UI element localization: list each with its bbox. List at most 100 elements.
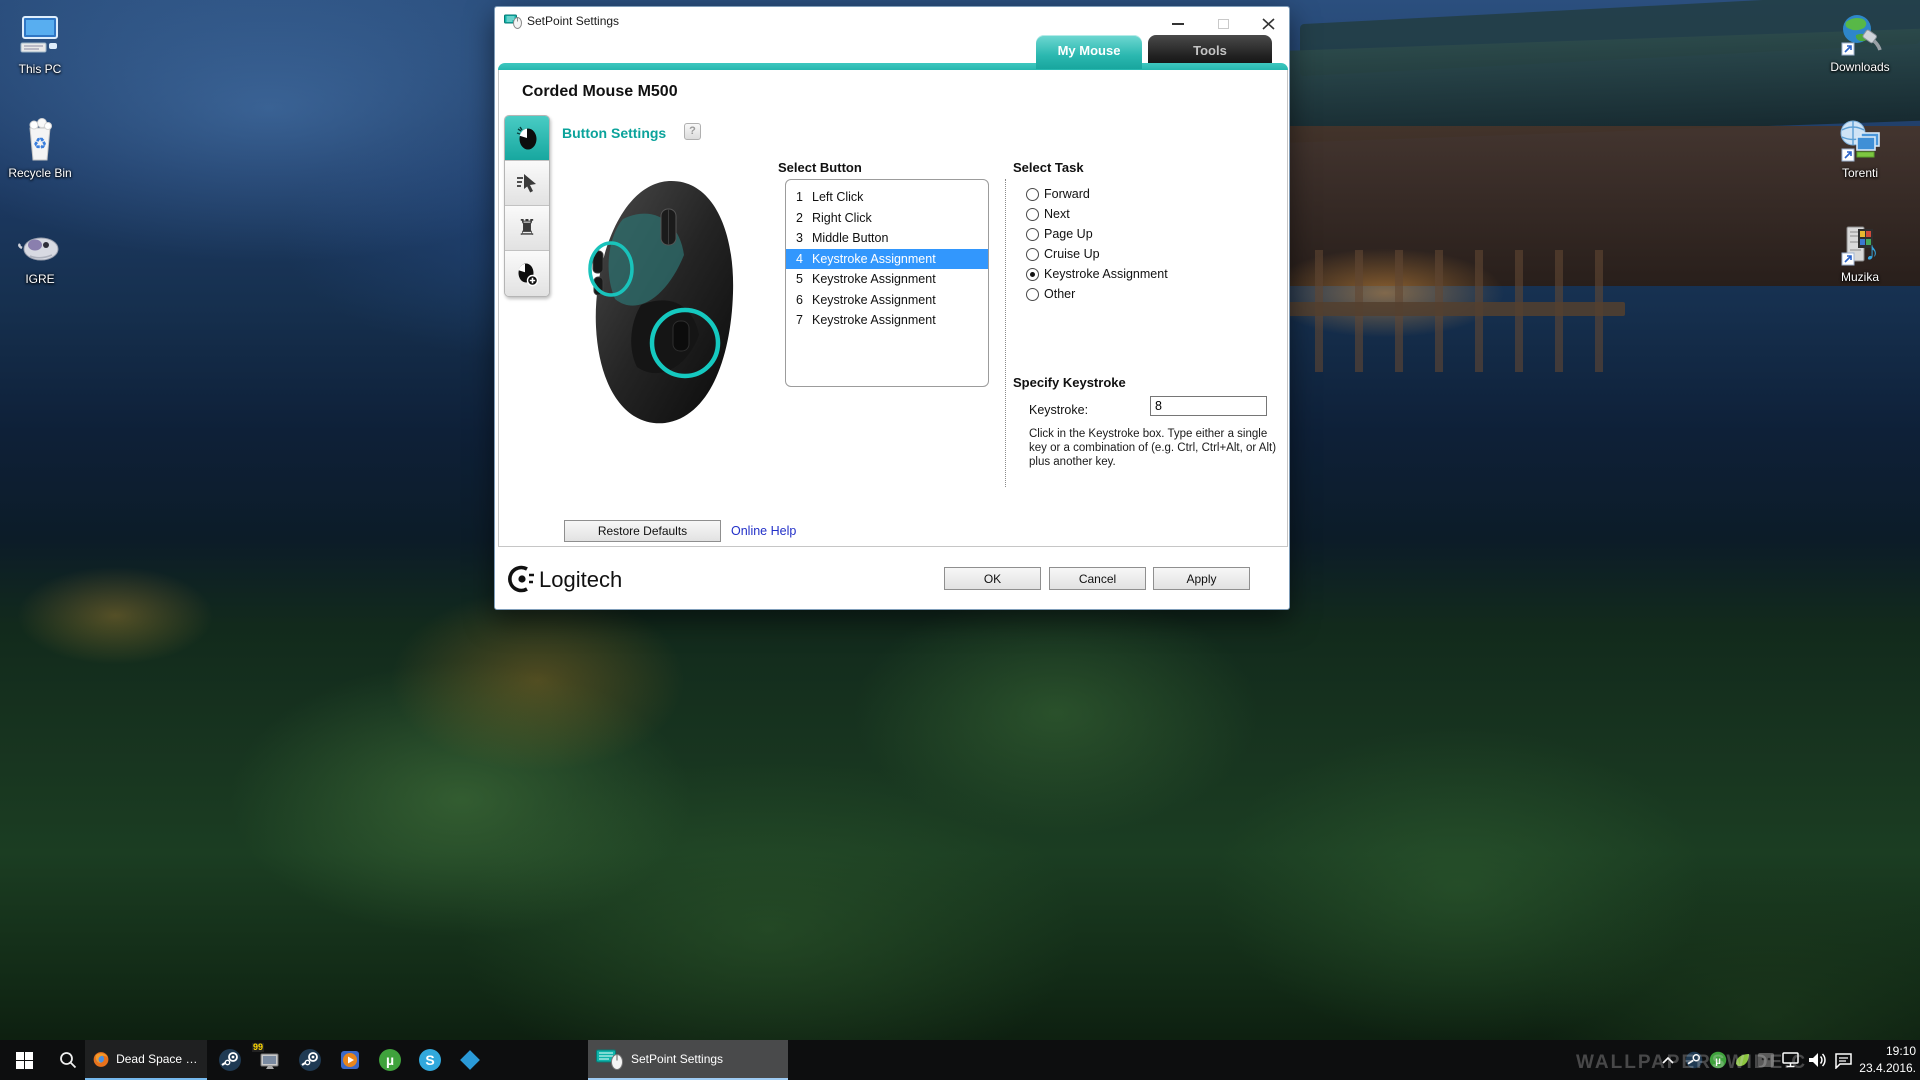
list-item[interactable]: 6Keystroke Assignment <box>786 290 988 311</box>
tray-action-center[interactable] <box>1830 1040 1856 1080</box>
select-button-heading: Select Button <box>778 160 862 175</box>
desktop-icon-label: Torenti <box>1816 166 1904 180</box>
desktop-icon-label: Muzika <box>1816 270 1904 284</box>
kodi-icon <box>458 1048 482 1072</box>
radio-icon <box>1026 188 1039 201</box>
steam-icon <box>218 1048 242 1072</box>
tab-my-mouse[interactable]: My Mouse <box>1036 35 1142 69</box>
desktop-icon-muzika[interactable]: ♪ Muzika <box>1816 220 1904 284</box>
clock[interactable]: 19:10 23.4.2016. <box>1854 1043 1916 1077</box>
media-player-icon <box>338 1048 362 1072</box>
search-button[interactable] <box>48 1040 88 1080</box>
desktop-icon-igre[interactable]: IGRE <box>0 222 84 286</box>
game-rook-icon: ♜ <box>517 217 537 239</box>
taskbar-media-player[interactable] <box>330 1040 370 1080</box>
close-icon <box>1262 18 1275 30</box>
desktop-icon-label: Downloads <box>1816 60 1904 74</box>
music-tower-icon: ♪ <box>1836 220 1884 268</box>
setpoint-window: SetPoint Settings My Mouse Tools Corded … <box>494 6 1290 610</box>
desktop-icon-label: This PC <box>0 62 84 76</box>
speaker-icon <box>1807 1051 1827 1069</box>
taskbar-utorrent[interactable]: µ <box>370 1040 410 1080</box>
minimize-button[interactable] <box>1163 15 1193 33</box>
maximize-button[interactable] <box>1208 15 1238 33</box>
taskbar-skype[interactable]: S <box>410 1040 450 1080</box>
radio-keystroke-assignment[interactable]: Keystroke Assignment <box>1026 264 1168 284</box>
taskbar-steam[interactable] <box>210 1040 250 1080</box>
keystroke-field-label: Keystroke: <box>1029 403 1088 417</box>
ok-button[interactable]: OK <box>944 567 1041 590</box>
window-title: SetPoint Settings <box>527 14 619 28</box>
device-name: Corded Mouse M500 <box>522 83 678 101</box>
taskbar-window-label: SetPoint Settings <box>631 1052 723 1066</box>
list-item[interactable]: 2Right Click <box>786 208 988 229</box>
sidebar-pointer-settings[interactable] <box>505 161 549 206</box>
list-item[interactable]: 4Keystroke Assignment <box>786 249 988 270</box>
settings-sidebar: ♜ <box>504 115 550 297</box>
recycle-bin-icon: ♻ <box>16 116 64 164</box>
setpoint-icon <box>596 1048 624 1070</box>
this-pc-icon <box>16 12 64 60</box>
torrents-globe-icon <box>1836 116 1884 164</box>
radio-icon <box>1026 228 1039 241</box>
taskbar-window-label: Dead Space 2 - Stra... <box>116 1052 199 1066</box>
desktop: WALLPAPERSWIDE.C This PC ♻ Recycle Bin <box>0 0 1920 1080</box>
list-item[interactable]: 3Middle Button <box>786 228 988 249</box>
skype-icon: S <box>418 1048 442 1072</box>
desktop-icon-recycle-bin[interactable]: ♻ Recycle Bin <box>0 116 84 180</box>
taskbar-kodi[interactable] <box>450 1040 490 1080</box>
sidebar-button-settings[interactable] <box>505 116 549 161</box>
keystroke-input[interactable] <box>1150 396 1267 416</box>
radio-icon <box>1026 208 1039 221</box>
taskbar-setpoint-window[interactable]: SetPoint Settings <box>588 1040 788 1080</box>
list-item[interactable]: 1Left Click <box>786 187 988 208</box>
keystroke-help-text: Click in the Keystroke box. Type either … <box>1029 428 1279 469</box>
notification-icon <box>1834 1052 1853 1069</box>
button-list: 1Left Click 2Right Click 3Middle Button … <box>785 179 989 387</box>
windows-logo-icon <box>16 1052 33 1069</box>
titlebar[interactable]: SetPoint Settings <box>495 7 1289 35</box>
minimize-icon <box>1172 23 1184 25</box>
radio-cruise-up[interactable]: Cruise Up <box>1026 244 1168 264</box>
restore-defaults-button[interactable]: Restore Defaults <box>564 520 721 542</box>
specify-keystroke-heading: Specify Keystroke <box>1013 375 1126 390</box>
taskbar-firefox-window[interactable]: Dead Space 2 - Stra... <box>85 1040 207 1080</box>
taskbar-fps-monitor[interactable]: 99 <box>250 1040 290 1080</box>
list-item[interactable]: 5Keystroke Assignment <box>786 269 988 290</box>
tray-volume[interactable] <box>1804 1040 1830 1080</box>
svg-text:♪: ♪ <box>1866 236 1879 266</box>
desktop-icon-downloads[interactable]: Downloads <box>1816 10 1904 74</box>
desktop-icon-label: Recycle Bin <box>0 166 84 180</box>
start-button[interactable] <box>0 1040 48 1080</box>
sidebar-game-settings[interactable]: ♜ <box>505 206 549 251</box>
desktop-icon-this-pc[interactable]: This PC <box>0 12 84 76</box>
maximize-icon <box>1218 19 1229 29</box>
taskbar-steam-2[interactable] <box>290 1040 330 1080</box>
online-help-link[interactable]: Online Help <box>731 524 796 538</box>
task-radio-group: Forward Next Page Up Cruise Up Keystroke… <box>1026 184 1168 304</box>
radio-next[interactable]: Next <box>1026 204 1168 224</box>
clock-time: 19:10 <box>1854 1043 1916 1060</box>
setpoint-app-icon <box>504 13 522 29</box>
fps-badge: 99 <box>252 1043 264 1052</box>
column-separator <box>1005 179 1006 487</box>
apply-button[interactable]: Apply <box>1153 567 1250 590</box>
close-button[interactable] <box>1253 15 1283 33</box>
clock-date: 23.4.2016. <box>1854 1060 1916 1077</box>
help-button[interactable]: ? <box>684 123 701 140</box>
mouse-illustration <box>581 175 759 433</box>
radio-icon <box>1026 248 1039 261</box>
wallpaper-watermark: WALLPAPERSWIDE.C <box>1576 1052 1807 1074</box>
utorrent-icon: µ <box>378 1048 402 1072</box>
radio-page-up[interactable]: Page Up <box>1026 224 1168 244</box>
desktop-icon-label: IGRE <box>0 272 84 286</box>
list-item[interactable]: 7Keystroke Assignment <box>786 310 988 331</box>
sidebar-mouse-options[interactable] <box>505 251 549 296</box>
radio-forward[interactable]: Forward <box>1026 184 1168 204</box>
cancel-button[interactable]: Cancel <box>1049 567 1146 590</box>
firefox-icon <box>93 1048 109 1071</box>
steam-icon <box>298 1048 322 1072</box>
select-task-heading: Select Task <box>1013 160 1084 175</box>
desktop-icon-torenti[interactable]: Torenti <box>1816 116 1904 180</box>
radio-other[interactable]: Other <box>1026 284 1168 304</box>
